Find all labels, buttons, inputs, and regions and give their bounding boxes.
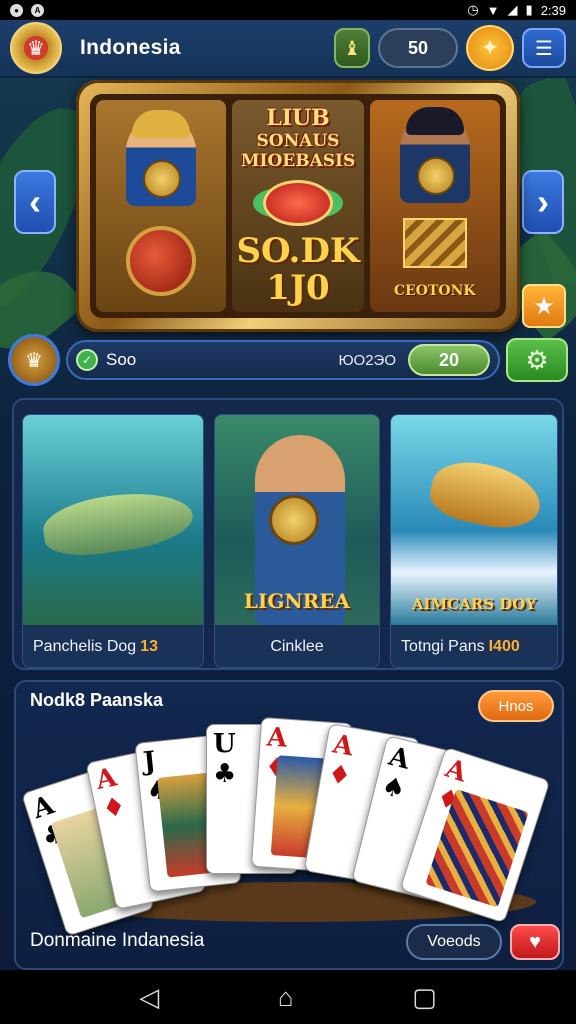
videos-button[interactable]: Voeods [406,924,502,960]
gem-symbol [263,179,333,226]
heart-icon: ♥ [529,930,541,953]
game-banner-3: AIMCARS DOY [411,595,537,613]
game-label-1: Panchelis Dog 13 [23,625,203,667]
game-banner-2: LIGNREA [243,589,351,613]
app-header: ♛ Indonesia ♝ 50 ✦ ☰ [0,20,576,78]
slot-title-line1: LIUB [266,105,330,132]
games-panel: Panchelis Dog 13 LIGNREA Cinklee AIMCARS… [12,398,564,670]
chevron-right-icon: › [537,181,549,222]
home-icon[interactable]: ⌂ [278,982,294,1013]
signal-icon: ◢ [507,2,518,17]
fish-illustration [39,484,197,562]
settings-button[interactable]: ⚙ [506,338,568,382]
game-title: Totngi Pans [401,638,485,655]
card-rank: J [141,746,158,778]
fish-illustration [425,454,547,536]
game-badge: 13 [140,638,158,655]
game-card-1[interactable]: Panchelis Dog 13 [22,414,204,668]
hero-symbol [126,110,197,206]
stairs-symbol [402,217,467,268]
card-rank: A [265,722,289,754]
game-label-3: Totngi Pans I400 [391,625,557,667]
slot-reel-3: CEOTONK [369,100,500,312]
game-card-2[interactable]: LIGNREA Cinklee [214,414,380,668]
slot-title-line2: SONAUS [256,130,340,151]
game-badge: I400 [488,638,520,655]
slot-reel-1 [96,100,227,312]
wifi-icon: ▼ [486,2,500,18]
carousel-prev-button[interactable]: ‹ [14,170,56,234]
slot-amount: SO.DK [236,231,360,272]
card-rank: U [213,729,236,759]
check-icon: ✓ [76,349,98,371]
carousel-next-button[interactable]: › [522,170,564,234]
battery-icon: ▮ [525,2,533,17]
slot-reel-2: LIUB SONAUS MIOEBASIS SO.DK 1J0 [232,100,364,312]
level-pill[interactable]: 20 [408,344,490,376]
heroine-symbol [399,107,470,204]
gear-icon: ⚙ [525,344,549,375]
like-button[interactable]: ♥ [510,924,560,960]
chess-piece-button[interactable]: ♝ [334,28,370,68]
app-title: Indonesia [80,36,181,59]
card-suit: ♦ [99,791,129,826]
pot-symbol [126,226,197,296]
slot-banner[interactable]: LIUB SONAUS MIOEBASIS SO.DK 1J0 CEOTONK [76,80,520,332]
slot-title-line3: MIOEBASIS [240,151,356,172]
slot-reels: LIUB SONAUS MIOEBASIS SO.DK 1J0 CEOTONK [90,94,506,318]
coin-balance[interactable]: 50 [378,28,458,68]
game-title: Panchelis Dog [33,638,137,655]
game-thumbnail-1 [23,415,203,625]
game-thumbnail-3: AIMCARS DOY [391,415,557,625]
slot-amount-sub: 1J0 [266,267,330,308]
avatar[interactable]: ♛ [8,334,60,386]
slot-reel3-label: CEOTONK [393,282,476,299]
card-suit: ♣ [213,759,237,789]
card-suit: ♠ [378,770,409,806]
game-title: Cinklee [270,638,324,655]
game-card-3[interactable]: AIMCARS DOY Totngi Pans I400 [390,414,558,668]
player-info-bar: ✓ Soo ЮО2ЭО 20 [66,340,500,380]
app-icon: A [31,3,44,17]
logo-badge-icon[interactable]: ♛ [10,22,62,74]
card-suit: ♦ [325,758,354,793]
card-game-panel[interactable]: Nodk8 Paanska Hnos A ♣ A ♦ J ♠ U ♣ A ♦ A… [14,680,564,970]
card-rank: A [330,729,356,763]
system-nav-bar: ◁ ⌂ ▢ [0,970,576,1024]
status-left: ● A [10,3,44,17]
favorite-star-button[interactable]: ★ [522,284,566,328]
card-panel-action-button[interactable]: Hnos [478,690,554,722]
game-label-2: Cinklee [215,625,379,667]
status-time: 2:39 [540,2,566,18]
coin-illustration [269,495,319,545]
game-thumbnail-2: LIGNREA [215,415,379,625]
alarm-icon: ◷ [467,2,479,17]
menu-button[interactable]: ☰ [522,28,566,68]
star-icon: ★ [533,292,555,320]
puzzle-icon: ✦ [480,35,500,60]
card-rank: A [385,741,413,776]
back-icon[interactable]: ◁ [139,982,159,1013]
gift-button[interactable]: ✦ [466,25,514,71]
chevron-left-icon: ‹ [29,181,41,222]
card-rank: A [93,762,120,796]
recents-icon[interactable]: ▢ [412,982,437,1013]
status-bar: ● A ◷ ▼ ◢ ▮ 2:39 [0,0,576,20]
player-name: Soo [106,350,137,369]
chess-piece-icon: ♝ [343,37,361,60]
menu-icon: ☰ [535,37,553,60]
card-panel-bottom-label: Donmaine Indanesia [30,930,205,951]
card-panel-title: Nodk8 Paanska [30,690,164,710]
status-right: ◷ ▼ ◢ ▮ 2:39 [467,2,566,18]
player-number: ЮО2ЭО [338,351,396,369]
notification-icon: ● [10,3,23,17]
